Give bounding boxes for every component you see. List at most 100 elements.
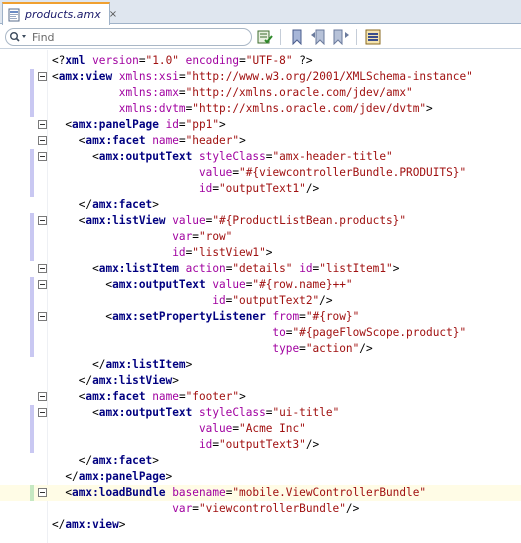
code-line[interactable]: </amx:listView> [0,373,521,389]
code-token: "UTF-8" [245,54,293,67]
code-line[interactable]: to="#{pageFlowScope.product}" [0,325,521,341]
next-bookmark-icon[interactable] [332,28,350,46]
code-line[interactable]: <?xml version="1.0" encoding="UTF-8" ?> [0,53,521,69]
code-line[interactable]: </amx:listItem> [0,357,521,373]
code-token: amx:listItem [98,262,179,275]
search-icon[interactable] [6,29,32,45]
code-token: action [185,262,226,275]
change-marker [30,213,34,229]
code-line[interactable]: <amx:outputText styleClass="amx-header-t… [0,149,521,165]
code-text: var="row" [52,229,232,245]
toolbar-separator [280,29,281,45]
code-token: < [52,262,99,275]
code-line[interactable]: <amx:listItem action="details" id="listI… [0,261,521,277]
fold-toggle-icon[interactable] [38,152,47,161]
code-line[interactable]: id="outputText1"/> [0,181,521,197]
code-line[interactable]: <amx:panelPage id="pp1"> [0,117,521,133]
code-token: value [198,166,233,179]
fold-toggle-icon[interactable] [38,72,47,81]
code-token: </ [52,198,93,211]
code-text: xmlns:amx="http://xmlns.oracle.com/jdev/… [52,85,413,101]
change-marker [30,325,34,341]
code-token: > [118,518,126,531]
code-token: "#{viewcontrollerBundle.PRODUITS}" [239,166,467,179]
code-token: amx:listView [85,214,166,227]
code-line[interactable]: type="action"/> [0,341,521,357]
editor-tab-bar: products.amx × [0,0,521,25]
code-text: </amx:view> [52,517,125,533]
fold-toggle-icon[interactable] [38,408,47,417]
code-line[interactable]: xmlns:amx="http://xmlns.oracle.com/jdev/… [0,85,521,101]
code-line[interactable]: var="row" [0,229,521,245]
code-token: amx:listView [92,374,173,387]
fold-toggle-icon[interactable] [38,264,47,273]
validate-icon[interactable] [256,28,274,46]
code-line[interactable]: value="Acme Inc" [0,421,521,437]
code-line[interactable]: <amx:outputText styleClass="ui-title" [0,405,521,421]
code-line[interactable]: var="viewcontrollerBundle"/> [0,501,521,517]
code-text: <amx:facet name="footer"> [52,389,246,405]
code-line[interactable]: <amx:facet name="header"> [0,133,521,149]
code-token: amx:facet [85,134,146,147]
tab-products-amx[interactable]: products.amx × [2,2,117,25]
fold-toggle-icon[interactable] [38,136,47,145]
fold-toggle-icon[interactable] [38,312,47,321]
code-token: = [299,310,306,323]
code-token: </ [52,374,93,387]
code-token: < [52,70,59,83]
close-icon[interactable]: × [109,9,117,20]
code-editor[interactable]: <?xml version="1.0" encoding="UTF-8" ?> <… [0,50,521,543]
code-line[interactable]: value="#{viewcontrollerBundle.PRODUITS}" [0,165,521,181]
fold-toggle-icon[interactable] [38,488,47,497]
code-text: <amx:outputText styleClass="amx-header-t… [52,149,393,165]
toggle-view-icon[interactable] [364,28,382,46]
code-token: amx:facet [85,390,146,403]
code-token: value [172,214,206,227]
code-line[interactable]: <amx:loadBundle basename="mobile.ViewCon… [0,485,521,501]
prev-bookmark-icon[interactable] [310,28,328,46]
code-line[interactable]: <amx:listView value="#{ProductListBean.p… [0,213,521,229]
fold-toggle-icon[interactable] [38,120,47,129]
code-token: styleClass [198,406,266,419]
code-line[interactable]: id="listView1"> [0,245,521,261]
fold-toggle-icon[interactable] [38,280,47,289]
code-token: xmlns:xsi [118,70,179,83]
code-token: amx:facet [92,454,153,467]
code-token: from [272,310,300,323]
code-token: id [299,262,313,275]
code-line[interactable]: </amx:facet> [0,197,521,213]
code-text: <amx:facet name="header"> [52,133,246,149]
code-token: <? [52,54,66,67]
code-text: xmlns:dvtm="http://xmlns.oracle.com/jdev… [52,101,433,117]
code-token: "http://xmlns.oracle.com/jdev/dvtm" [192,102,427,115]
code-token: var [172,230,193,243]
code-line[interactable]: id="outputText3"/> [0,437,521,453]
code-token: id [165,118,179,131]
code-token: </ [52,454,93,467]
code-line[interactable]: <amx:view xmlns:xsi="http://www.w3.org/2… [0,69,521,85]
code-token: > [165,470,173,483]
bookmark-icon[interactable] [288,28,306,46]
code-token: "1.0" [145,54,179,67]
code-token: "http://xmlns.oracle.com/jdev/amx" [185,86,413,99]
code-token: </ [52,470,79,483]
code-token: id [198,182,213,195]
code-line[interactable]: </amx:view> [0,517,521,533]
code-token: = [192,502,199,515]
change-marker [30,181,34,197]
find-input[interactable] [32,30,232,44]
fold-toggle-icon[interactable] [38,392,47,401]
code-line[interactable]: id="outputText2"/> [0,293,521,309]
code-line[interactable]: <amx:outputText value="#{row.name}++" [0,277,521,293]
code-token: = [299,342,306,355]
fold-toggle-icon[interactable] [38,216,47,225]
code-line[interactable]: xmlns:dvtm="http://xmlns.oracle.com/jdev… [0,101,521,117]
code-line[interactable]: <amx:setPropertyListener from="#{row}" [0,309,521,325]
code-line[interactable]: <amx:facet name="footer"> [0,389,521,405]
code-line[interactable]: </amx:facet> [0,453,521,469]
code-line[interactable]: </amx:panelPage> [0,469,521,485]
code-token: value [198,422,233,435]
